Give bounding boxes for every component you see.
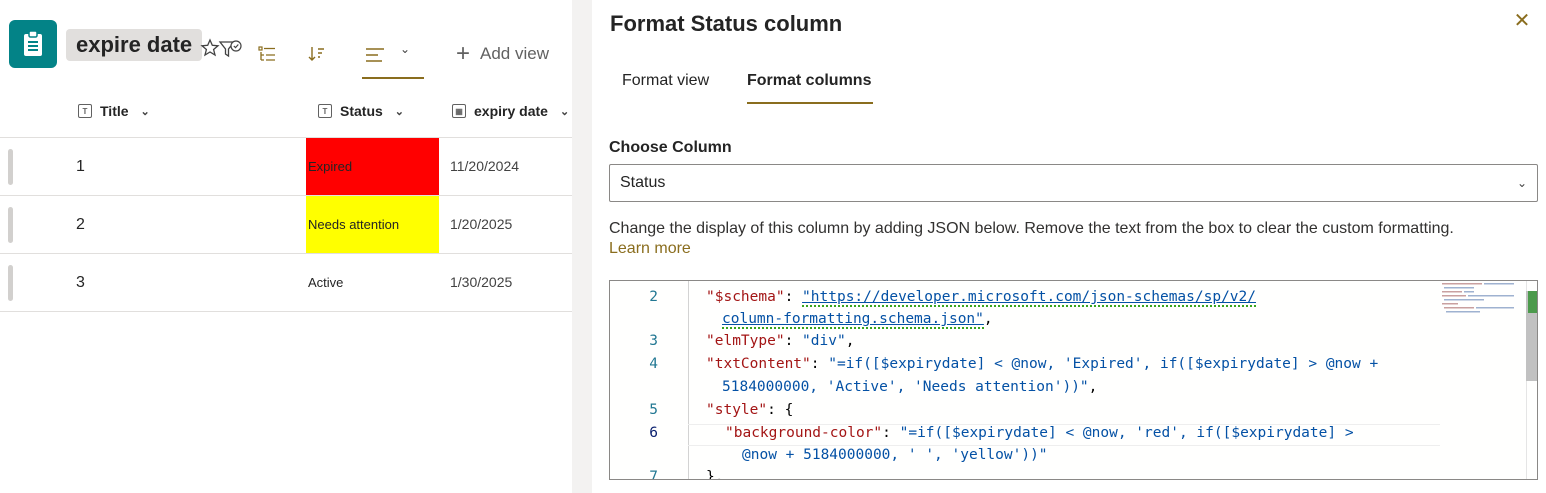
view-switcher-tab[interactable]: ⌄ [342, 29, 440, 85]
chevron-down-icon: ⌄ [1516, 176, 1527, 190]
tab-format-columns[interactable]: Format columns [747, 72, 871, 90]
column-label: Status [340, 103, 383, 119]
row-title[interactable]: 2 [76, 196, 85, 254]
sort-icon[interactable] [298, 36, 334, 72]
view-tab-underline [362, 77, 424, 79]
column-label: expiry date [474, 103, 548, 119]
panel-title: Format Status column [610, 11, 843, 36]
scrollbar-change-marker [1528, 291, 1537, 313]
column-header-title[interactable]: T Title ⌄ [78, 84, 150, 138]
chevron-down-icon: ⌄ [140, 105, 150, 118]
line-number: 4 [649, 356, 658, 372]
tab-format-view[interactable]: Format view [622, 72, 709, 90]
table-row[interactable]: 2 Needs attention 1/20/2025 [0, 196, 572, 254]
list-app-icon[interactable] [9, 20, 57, 68]
chevron-down-icon: ⌄ [394, 105, 405, 118]
code-line: "style": { [706, 402, 794, 418]
add-view-button[interactable]: + Add view [456, 40, 549, 67]
code-line: }, [706, 469, 724, 480]
grid-header: T Title ⌄ T Status ⌄ ▦ expiry date ⌄ [0, 84, 572, 138]
format-column-panel: Format Status column ✕ Format view Forma… [592, 0, 1546, 493]
selected-column: Status [620, 174, 666, 191]
column-label: Title [100, 103, 129, 119]
close-icon[interactable]: ✕ [1512, 11, 1532, 32]
row-selection-handle[interactable] [8, 265, 13, 301]
line-number: 2 [649, 289, 658, 305]
learn-more-link[interactable]: Learn more [609, 240, 691, 258]
active-tab-indicator [747, 102, 873, 104]
code-line: column-formatting.schema.json", [722, 311, 993, 329]
chevron-down-icon: ⌄ [559, 105, 570, 118]
code-line: @now + 5184000000, ' ', 'yellow'))" [742, 447, 1048, 463]
table-row[interactable]: 3 Active 1/30/2025 [0, 254, 572, 312]
panel-divider [572, 0, 592, 493]
code-line: "elmType": "div", [706, 333, 855, 349]
row-status-cell: Expired [306, 138, 439, 195]
row-title[interactable]: 3 [76, 254, 85, 312]
calendar-icon: ▦ [452, 104, 466, 118]
column-dropdown[interactable]: Status ⌄ [609, 164, 1538, 202]
row-status-cell: Active [308, 275, 344, 290]
row-selection-handle[interactable] [8, 149, 13, 185]
row-title[interactable]: 1 [76, 138, 85, 196]
line-number-current: 6 [649, 425, 658, 441]
editor-minimap [1442, 283, 1514, 313]
list-view: expire date ⌄ + Add view T Title ⌄ T Sta… [0, 0, 572, 493]
add-view-label: Add view [480, 44, 549, 63]
line-number: 5 [649, 402, 658, 418]
row-expiry-date: 1/20/2025 [450, 216, 513, 232]
list-title[interactable]: expire date [66, 29, 203, 61]
row-selection-handle[interactable] [8, 207, 13, 243]
code-line: "txtContent": "=if([$expirydate] < @now,… [706, 356, 1379, 372]
row-status-cell: Needs attention [306, 196, 439, 253]
group-by-icon[interactable] [249, 36, 285, 72]
code-line: "background-color": "=if([$expirydate] <… [725, 425, 1354, 441]
plus-icon: + [456, 40, 471, 67]
code-line: 5184000000, 'Active', 'Needs attention')… [722, 379, 1098, 395]
format-description: Change the display of this column by add… [609, 220, 1454, 237]
line-number: 7 [649, 469, 658, 480]
column-header-expiry-date[interactable]: ▦ expiry date ⌄ [452, 84, 569, 138]
code-line: "$schema": "https://developer.microsoft.… [706, 289, 1256, 307]
column-header-status[interactable]: T Status ⌄ [318, 84, 404, 138]
row-expiry-date: 1/30/2025 [450, 274, 513, 290]
line-number: 3 [649, 333, 658, 349]
favorite-star-icon[interactable] [200, 38, 220, 63]
choose-column-label: Choose Column [609, 139, 732, 156]
json-code-editor[interactable]: 2 3 4 5 6 7 "$schema": "https://develope… [609, 280, 1538, 480]
table-row[interactable]: 1 Expired 11/20/2024 [0, 138, 572, 196]
text-field-icon: T [318, 104, 332, 118]
indent-guide [688, 281, 689, 479]
filter-applied-icon[interactable] [218, 38, 244, 67]
text-field-icon: T [78, 104, 92, 118]
row-expiry-date: 11/20/2024 [450, 158, 520, 174]
list-view-icon [366, 48, 384, 62]
chevron-down-icon: ⌄ [400, 42, 411, 56]
